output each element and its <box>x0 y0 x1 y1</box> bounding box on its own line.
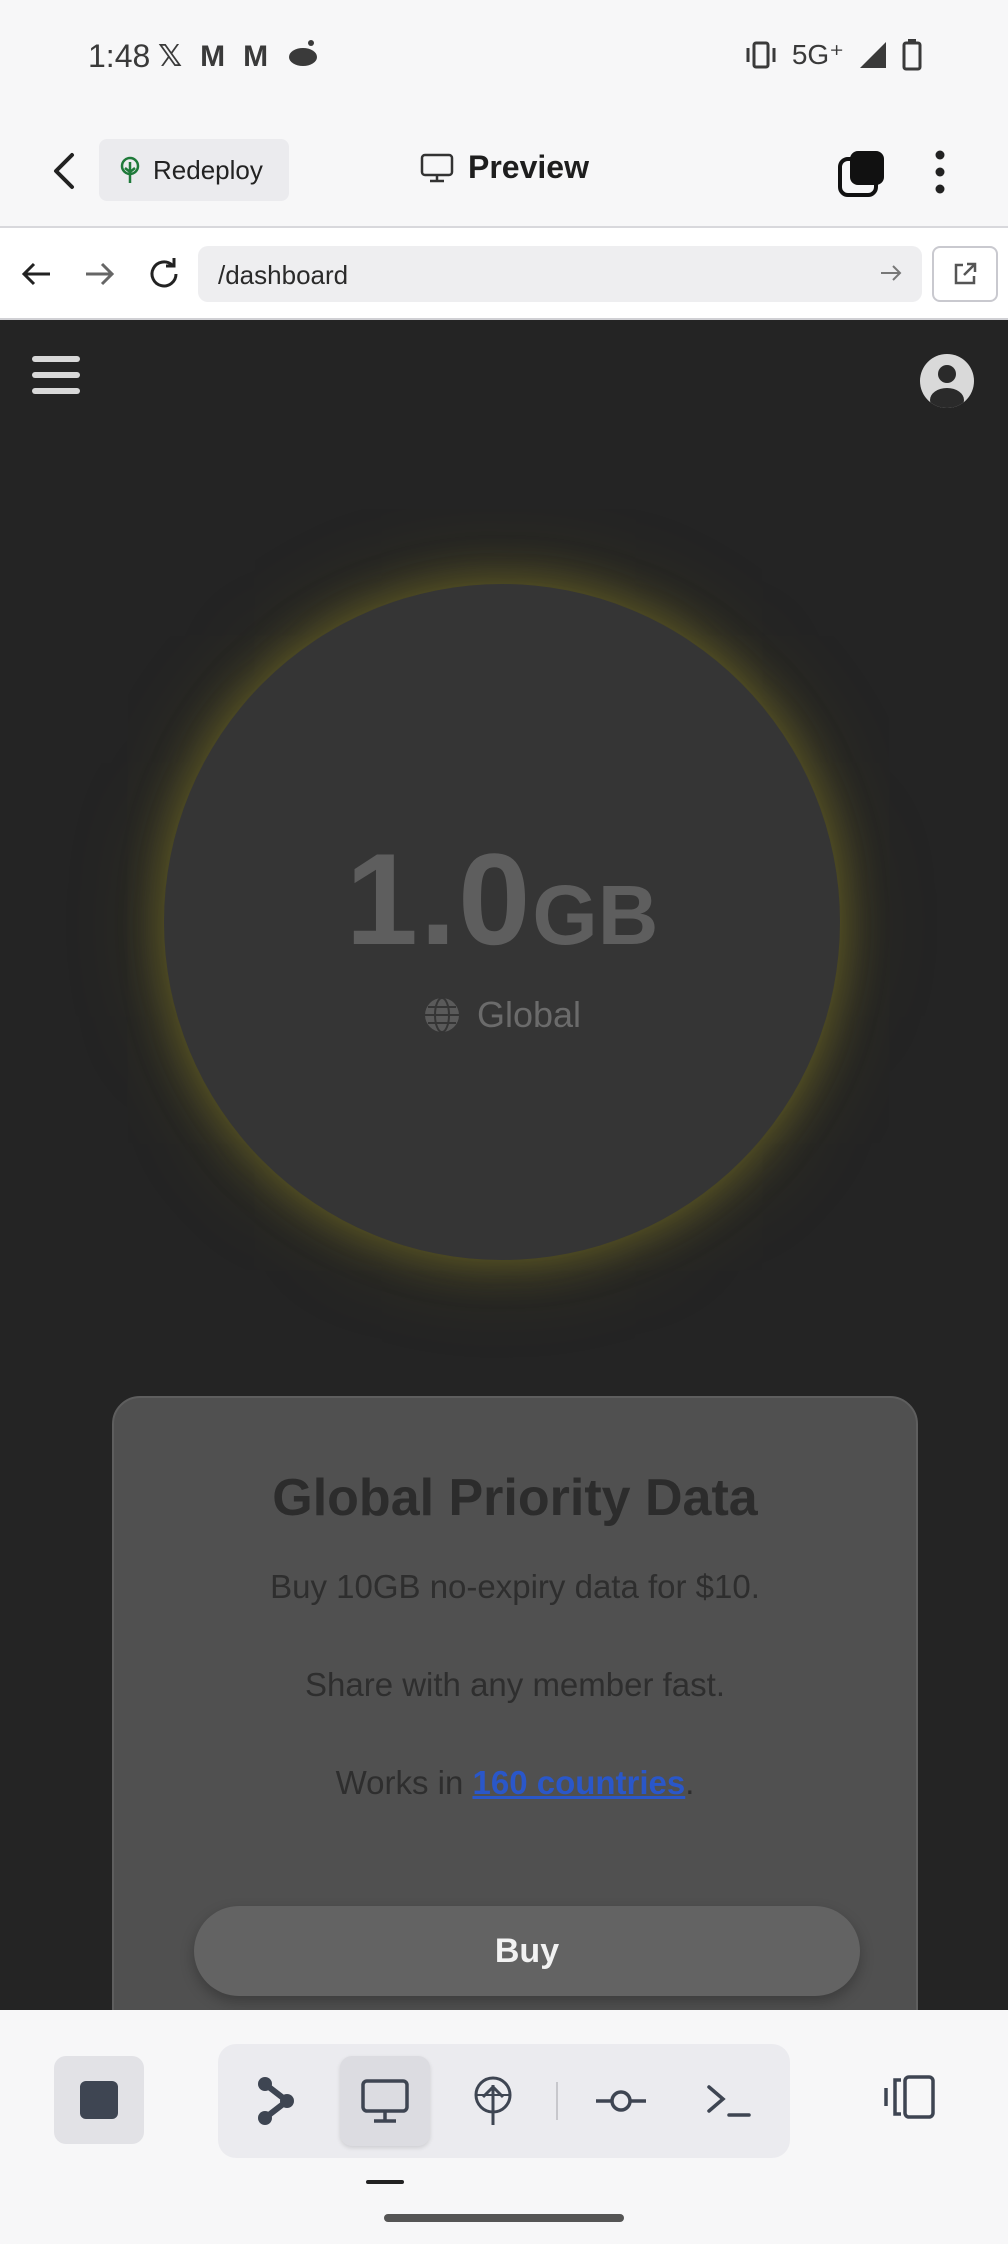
arrow-left-icon <box>21 262 50 286</box>
stacked-windows-icon <box>838 151 884 197</box>
x-icon: 𝕏 <box>158 40 183 73</box>
open-external-button[interactable] <box>932 246 998 302</box>
deploy-globe-icon <box>474 2076 512 2125</box>
home-gesture-handle[interactable] <box>384 2214 624 2222</box>
preview-title: Preview <box>420 149 589 186</box>
more-menu-button[interactable] <box>930 149 950 195</box>
toolbar-divider <box>556 2082 558 2120</box>
go-arrow-icon[interactable] <box>878 260 904 286</box>
status-time: 1:48 <box>88 38 151 74</box>
signal-icon <box>860 41 886 68</box>
region-label: Global <box>476 994 582 1035</box>
layout-toggle-button[interactable] <box>876 2064 942 2130</box>
deploy-tool-button[interactable] <box>448 2056 538 2146</box>
reddit-icon <box>286 38 320 76</box>
offer-title: Global Priority Data <box>272 1469 758 1527</box>
stop-icon <box>80 2081 118 2119</box>
data-amount-value: 1.0 <box>345 826 533 972</box>
data-amount-unit: GB <box>532 868 659 962</box>
shell-tool-button[interactable] <box>684 2056 774 2146</box>
preview-tool-button[interactable] <box>340 2056 430 2146</box>
hamburger-menu-button[interactable] <box>32 356 82 400</box>
git-tool-button[interactable] <box>576 2056 666 2146</box>
vibrate-icon <box>746 41 776 68</box>
tool-group <box>218 2044 790 2158</box>
gmail-icon: M <box>243 40 269 73</box>
monitor-icon <box>361 2079 409 2123</box>
offer-description-coverage: Works in 160 countries. <box>114 1764 916 1802</box>
browser-back-button[interactable] <box>16 254 56 294</box>
bottom-toolbar <box>0 2010 1008 2244</box>
account-avatar[interactable] <box>920 354 974 408</box>
deploy-tree-icon <box>120 156 140 183</box>
battery-icon <box>902 38 922 70</box>
monitor-icon <box>420 153 454 182</box>
browser-forward-button[interactable] <box>80 254 120 294</box>
offer-description-share: Share with any member fast. <box>304 1666 725 1703</box>
git-commit-icon <box>596 2090 646 2112</box>
active-tool-indicator <box>366 2180 404 2184</box>
data-region: Global <box>164 994 840 1036</box>
stop-button[interactable] <box>54 2056 144 2144</box>
network-type: 5G⁺ <box>791 39 844 70</box>
agent-nodes-icon <box>258 2077 294 2125</box>
browser-bar: /dashboard <box>0 228 1008 320</box>
terminal-icon <box>707 2085 751 2117</box>
buy-label: Buy <box>494 1931 560 1970</box>
buy-button[interactable]: Buy <box>194 1906 860 1996</box>
offer-card: Global Priority Data Buy 10GB no-expiry … <box>112 1396 918 2010</box>
offer-description-price: Buy 10GB no-expiry data for $10. <box>270 1568 760 1605</box>
notification-icons: 𝕏 M M <box>158 38 320 76</box>
coverage-suffix: . <box>685 1764 695 1801</box>
external-link-icon <box>954 262 977 285</box>
globe-icon <box>424 997 459 1033</box>
side-panel-icon <box>884 2075 935 2119</box>
page-title: Preview <box>468 149 589 185</box>
redeploy-label: Redeploy <box>153 154 263 185</box>
tabs-button[interactable] <box>836 149 886 199</box>
status-bar: 1:48 𝕏 M M 5G⁺ <box>0 0 1008 115</box>
back-button[interactable] <box>44 149 84 193</box>
data-balance-circle: 1.0GB Global <box>164 584 840 1260</box>
gmail-icon: M <box>200 40 226 73</box>
url-input[interactable]: /dashboard <box>198 246 922 302</box>
reload-icon <box>150 258 178 288</box>
system-status: 5G⁺ <box>744 38 922 71</box>
redeploy-button[interactable]: Redeploy <box>99 139 289 201</box>
data-amount: 1.0GB <box>164 824 840 974</box>
coverage-prefix: Works in <box>335 1764 473 1801</box>
agent-tool-button[interactable] <box>230 2056 320 2146</box>
url-text: /dashboard <box>218 260 349 290</box>
arrow-right-icon <box>86 262 115 286</box>
chevron-left-icon <box>54 153 74 189</box>
countries-link[interactable]: 160 countries <box>472 1764 685 1801</box>
more-vertical-icon <box>935 150 945 194</box>
app-header: Redeploy Preview <box>0 115 1008 228</box>
web-viewport: 1.0GB Global Global Priority Data Buy 10… <box>0 320 1008 2010</box>
reload-button[interactable] <box>144 254 184 294</box>
user-icon <box>930 365 964 408</box>
